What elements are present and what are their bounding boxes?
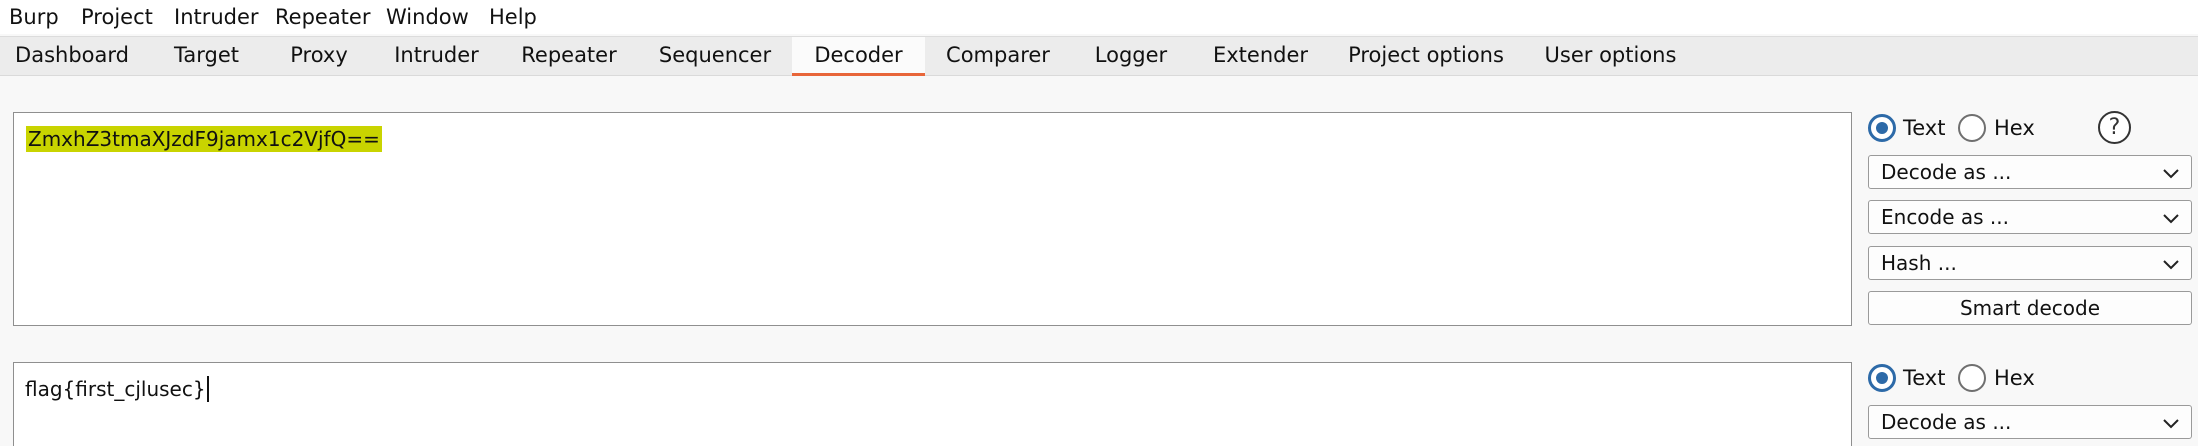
text-radio-2[interactable]	[1868, 364, 1896, 392]
hex-radio[interactable]	[1958, 114, 1986, 142]
text-radio[interactable]	[1868, 114, 1896, 142]
tab-target[interactable]: Target	[154, 37, 259, 76]
tab-logger[interactable]: Logger	[1075, 37, 1187, 76]
encode-as-select[interactable]: Encode as ...	[1868, 200, 2192, 234]
tab-extender[interactable]: Extender	[1204, 37, 1317, 76]
menu-window[interactable]: Window	[386, 3, 469, 31]
menu-repeater[interactable]: Repeater	[275, 3, 370, 31]
help-icon[interactable]: ?	[2098, 111, 2131, 144]
chevron-down-icon	[2163, 419, 2179, 429]
menu-help[interactable]: Help	[489, 3, 537, 31]
decode-as-select-2[interactable]: Decode as ...	[1868, 405, 2192, 439]
decode-as-label: Decode as ...	[1881, 160, 2012, 184]
decode-as-label-2: Decode as ...	[1881, 410, 2012, 434]
hex-radio-label: Hex	[1994, 116, 2035, 140]
tab-project-options[interactable]: Project options	[1333, 37, 1519, 76]
hex-radio-label-2: Hex	[1994, 366, 2035, 390]
input-text: ZmxhZ3tmaXJzdF9jamx1c2VjfQ==	[26, 126, 382, 152]
decode-as-select[interactable]: Decode as ...	[1868, 155, 2192, 189]
tab-repeater[interactable]: Repeater	[509, 37, 629, 76]
tab-comparer[interactable]: Comparer	[937, 37, 1059, 76]
text-radio-label-2: Text	[1903, 366, 1946, 390]
chevron-down-icon	[2163, 260, 2179, 270]
menu-bar: Burp Project Intruder Repeater Window He…	[0, 0, 2198, 34]
menu-intruder[interactable]: Intruder	[174, 3, 259, 31]
tab-dashboard[interactable]: Dashboard	[6, 37, 138, 76]
text-cursor	[206, 376, 209, 402]
menu-burp[interactable]: Burp	[9, 3, 59, 31]
tab-proxy[interactable]: Proxy	[274, 37, 364, 76]
chevron-down-icon	[2163, 169, 2179, 179]
menu-project[interactable]: Project	[81, 3, 153, 31]
hash-label: Hash ...	[1881, 251, 1957, 275]
tab-intruder[interactable]: Intruder	[380, 37, 493, 76]
encode-as-label: Encode as ...	[1881, 205, 2010, 229]
hash-select[interactable]: Hash ...	[1868, 246, 2192, 280]
decoder-output-editor[interactable]: flag{first_cjlusec}	[13, 362, 1852, 446]
decoder-input-editor[interactable]: ZmxhZ3tmaXJzdF9jamx1c2VjfQ==	[13, 112, 1852, 326]
tool-tab-bar: Dashboard Target Proxy Intruder Repeater…	[0, 36, 2198, 76]
chevron-down-icon	[2163, 214, 2179, 224]
tab-sequencer[interactable]: Sequencer	[645, 37, 785, 76]
text-radio-label: Text	[1903, 116, 1946, 140]
hex-radio-2[interactable]	[1958, 364, 1986, 392]
output-text: flag{first_cjlusec}	[25, 376, 209, 402]
smart-decode-button[interactable]: Smart decode	[1868, 291, 2192, 325]
tab-decoder[interactable]: Decoder	[792, 37, 925, 76]
tab-user-options[interactable]: User options	[1535, 37, 1686, 76]
